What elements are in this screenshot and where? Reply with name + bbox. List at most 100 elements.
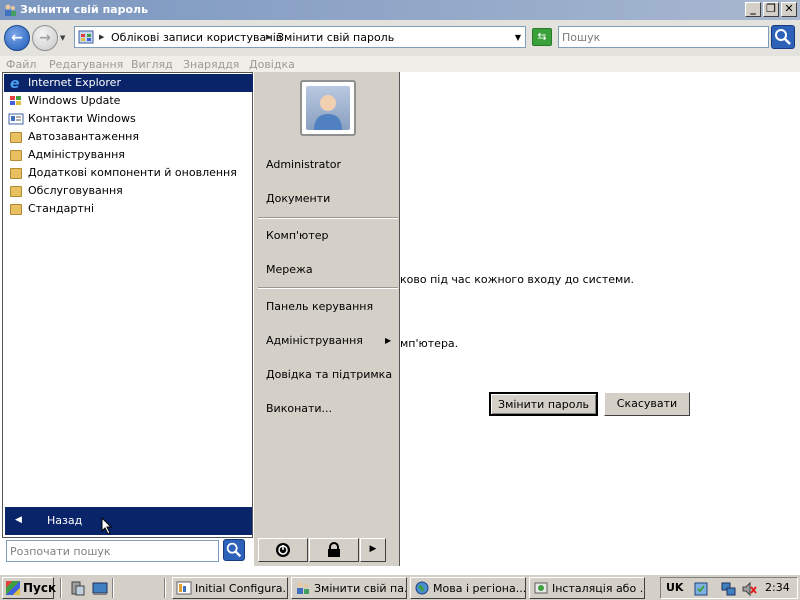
content-text: ково під час кожного входу до системи.: [400, 273, 634, 286]
task-initial-configuration[interactable]: Initial Configura...: [172, 577, 288, 599]
program-extras-updates-folder[interactable]: Додаткові компоненти й оновлення: [4, 164, 253, 182]
program-windows-contacts[interactable]: Контакти Windows: [4, 110, 253, 128]
program-windows-update[interactable]: Windows Update: [4, 92, 253, 110]
lock-icon: [328, 542, 340, 557]
show-desktop-icon[interactable]: [92, 580, 108, 596]
taskbar-separator: [60, 578, 62, 598]
breadcrumb-separator-icon: ▶: [266, 33, 272, 41]
content-text: мп'ютера.: [400, 337, 459, 350]
globe-icon: [415, 581, 429, 595]
task-change-password[interactable]: Змінити свій па...: [291, 577, 407, 599]
back-button[interactable]: ◀ Назад: [5, 507, 252, 535]
volume-muted-icon[interactable]: [741, 581, 757, 597]
network-item[interactable]: Мережа: [266, 263, 313, 276]
program-administration-folder[interactable]: Адміністрування: [4, 146, 253, 164]
folder-icon: [10, 186, 22, 197]
power-button[interactable]: [258, 538, 308, 562]
breadcrumb-separator-icon: ▶: [99, 33, 105, 41]
admin-tools-item[interactable]: Адміністрування: [266, 334, 363, 347]
install-icon: [534, 582, 548, 594]
start-search-button[interactable]: [223, 539, 245, 561]
network-icon[interactable]: [721, 581, 737, 597]
avatar[interactable]: [300, 80, 356, 136]
system-tray: UK 2:34: [660, 577, 798, 599]
control-panel-icon: [78, 30, 94, 44]
chevron-down-icon[interactable]: ▼: [515, 33, 521, 42]
chevron-right-icon: ▶: [369, 544, 377, 554]
address-box[interactable]: ▶ Облікові записи користувачів ▶ Змінити…: [74, 26, 526, 48]
ie-icon: e: [10, 76, 20, 90]
menu-separator: [258, 217, 398, 219]
search-icon: [775, 29, 791, 45]
program-maintenance-folder[interactable]: Обслуговування: [4, 182, 253, 200]
refresh-button[interactable]: ⇆: [532, 28, 552, 46]
mouse-cursor-icon: [101, 517, 113, 535]
breadcrumb-change-password[interactable]: Змінити свій пароль: [277, 31, 394, 44]
users-icon: [297, 582, 309, 594]
folder-icon: [10, 132, 22, 143]
search-button[interactable]: [771, 25, 795, 49]
history-dropdown-button[interactable]: ▼: [60, 34, 65, 42]
user-picture-icon: [306, 86, 350, 130]
start-button[interactable]: Пуск: [2, 577, 56, 599]
power-icon: [276, 543, 290, 557]
chevron-left-icon: ◀: [15, 515, 22, 525]
contacts-icon: [8, 113, 24, 125]
computer-item[interactable]: Комп'ютер: [266, 229, 328, 242]
task-install-remove[interactable]: Інсталяція або ...: [529, 577, 645, 599]
users-icon: [5, 4, 16, 16]
start-menu-places-pane: Administrator Документи Комп'ютер Мережа…: [254, 72, 400, 566]
control-panel-item[interactable]: Панель керування: [266, 300, 373, 313]
clock[interactable]: 2:34: [765, 581, 790, 594]
folder-icon: [10, 204, 22, 215]
back-button[interactable]: ←: [4, 25, 30, 51]
menu-separator: [258, 287, 398, 289]
cancel-button[interactable]: Скасувати: [604, 392, 690, 416]
taskbar: Пуск Initial Configura... Змінити свій п…: [0, 574, 800, 600]
svg-text:e: e: [10, 76, 20, 90]
help-support-item[interactable]: Довідка та підтримка: [266, 368, 392, 381]
language-indicator[interactable]: UK: [666, 581, 683, 594]
power-options-button[interactable]: ▶: [360, 538, 386, 562]
title-bar: Змінити свій пароль _ ❐ ✕: [0, 0, 800, 20]
program-accessories-folder[interactable]: Стандартні: [4, 200, 253, 218]
documents-item[interactable]: Документи: [266, 192, 330, 205]
menu-file[interactable]: Файл: [6, 58, 36, 71]
change-password-button[interactable]: Змінити пароль: [489, 392, 598, 416]
menu-help[interactable]: Довідка: [249, 58, 295, 71]
taskbar-separator: [112, 578, 114, 598]
task-language-region[interactable]: Мова і регіона...: [410, 577, 526, 599]
menu-view[interactable]: Вигляд: [131, 58, 173, 71]
program-startup-folder[interactable]: Автозавантаження: [4, 128, 253, 146]
refresh-icon: ⇆: [537, 30, 547, 43]
start-search-input[interactable]: Розпочати пошук: [6, 540, 219, 562]
lock-button[interactable]: [309, 538, 359, 562]
user-name-item[interactable]: Administrator: [266, 158, 341, 171]
taskbar-separator: [164, 578, 166, 598]
folder-icon: [10, 168, 22, 179]
chevron-right-icon: ▶: [385, 336, 392, 345]
search-icon: [226, 542, 242, 558]
config-icon: [176, 581, 192, 595]
menu-tools[interactable]: Знаряддя: [183, 58, 239, 71]
window-title: Змінити свій пароль: [20, 3, 149, 16]
arrow-right-icon: →: [39, 30, 51, 46]
windows-logo-icon: [6, 581, 20, 595]
security-shield-icon[interactable]: [693, 581, 709, 597]
breadcrumb-user-accounts[interactable]: Облікові записи користувачів: [111, 31, 282, 44]
folder-icon: [10, 150, 22, 161]
windows-update-icon: [10, 96, 21, 105]
menu-edit[interactable]: Редагування: [49, 58, 123, 71]
restore-button[interactable]: ❐: [763, 2, 779, 17]
forward-button[interactable]: →: [32, 25, 58, 51]
run-item[interactable]: Виконати...: [266, 402, 332, 415]
menu-bar: Файл Редагування Вигляд Знаряддя Довідка: [0, 56, 800, 72]
close-button[interactable]: ✕: [781, 2, 797, 17]
program-internet-explorer[interactable]: e Internet Explorer: [4, 74, 253, 92]
address-toolbar: ← → ▼ ▶ Облікові записи користувачів ▶ З…: [0, 20, 800, 56]
server-manager-icon[interactable]: [70, 580, 86, 596]
search-input[interactable]: Пошук: [558, 26, 769, 48]
minimize-button[interactable]: _: [745, 2, 761, 17]
start-menu-programs-pane: e Internet Explorer Windows Update Конта…: [2, 72, 253, 538]
arrow-left-icon: ←: [11, 30, 23, 46]
